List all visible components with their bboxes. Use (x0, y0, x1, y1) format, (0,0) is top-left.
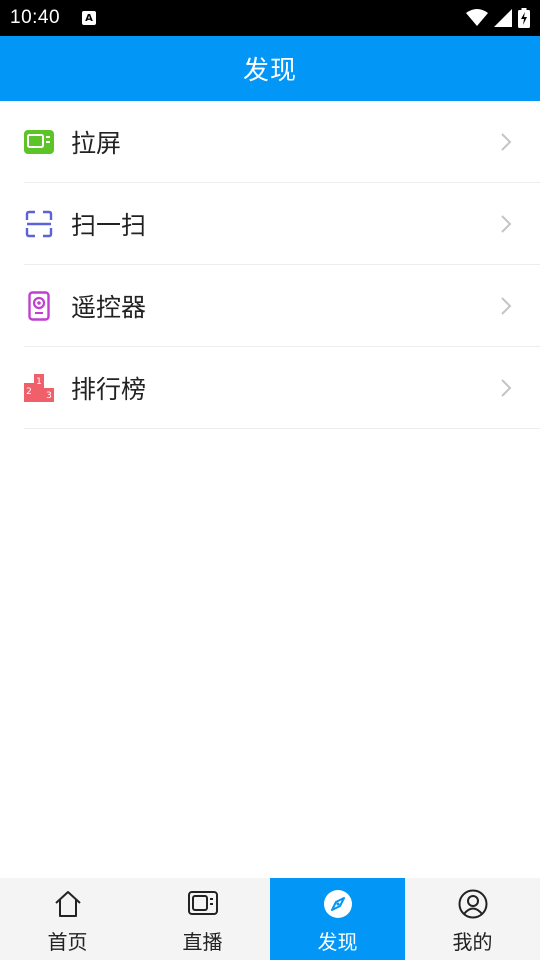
battery-charging-icon (518, 8, 530, 28)
wifi-icon (466, 9, 488, 26)
nav-item-label: 我的 (452, 930, 493, 954)
menu-item-label: 扫一扫 (71, 211, 147, 240)
status-bar: 10:40 A (0, 0, 540, 36)
status-icons (466, 8, 530, 28)
profile-icon (457, 888, 489, 920)
podium-number-1: 1 (36, 377, 42, 387)
nav-item-label: 直播 (182, 930, 223, 954)
remote-control-icon (24, 291, 54, 321)
screen: 10:40 A 发现 拉屏 扫一扫 遥控器 1 2 3 排行榜 首页 直播 发现… (0, 0, 540, 960)
menu-item-screen-cast[interactable]: 拉屏 (0, 101, 540, 183)
chevron-right-icon (501, 379, 512, 397)
screen-cast-icon (24, 127, 54, 157)
page-title: 发现 (242, 56, 297, 86)
menu-item-label: 排行榜 (71, 375, 147, 404)
nav-item-label: 发现 (317, 930, 358, 954)
app-bar: 发现 (0, 36, 540, 101)
home-icon (52, 888, 84, 920)
scan-icon (24, 209, 54, 239)
nav-item-live[interactable]: 直播 (135, 878, 270, 960)
nav-item-label: 首页 (47, 930, 88, 954)
podium-icon: 1 2 3 (24, 373, 54, 403)
podium-number-2: 2 (26, 387, 32, 397)
chevron-right-icon (501, 297, 512, 315)
menu-item-label: 拉屏 (71, 129, 122, 158)
menu-list: 拉屏 扫一扫 遥控器 1 2 3 排行榜 (0, 101, 540, 429)
nav-item-mine[interactable]: 我的 (405, 878, 540, 960)
a-notification-icon: A (82, 11, 97, 25)
chevron-right-icon (501, 133, 512, 151)
chevron-right-icon (501, 215, 512, 233)
nav-item-home[interactable]: 首页 (0, 878, 135, 960)
status-time: 10:40 (10, 7, 61, 28)
bottom-nav: 首页 直播 发现 我的 (0, 878, 540, 960)
nav-item-discover[interactable]: 发现 (270, 878, 405, 960)
menu-item-ranking[interactable]: 1 2 3 排行榜 (0, 347, 540, 429)
menu-item-scan[interactable]: 扫一扫 (0, 183, 540, 265)
menu-item-remote-control[interactable]: 遥控器 (0, 265, 540, 347)
cell-signal-icon (494, 9, 512, 27)
compass-icon (322, 888, 354, 920)
tv-icon (187, 888, 219, 920)
menu-item-label: 遥控器 (71, 293, 147, 322)
podium-number-3: 3 (46, 391, 52, 401)
